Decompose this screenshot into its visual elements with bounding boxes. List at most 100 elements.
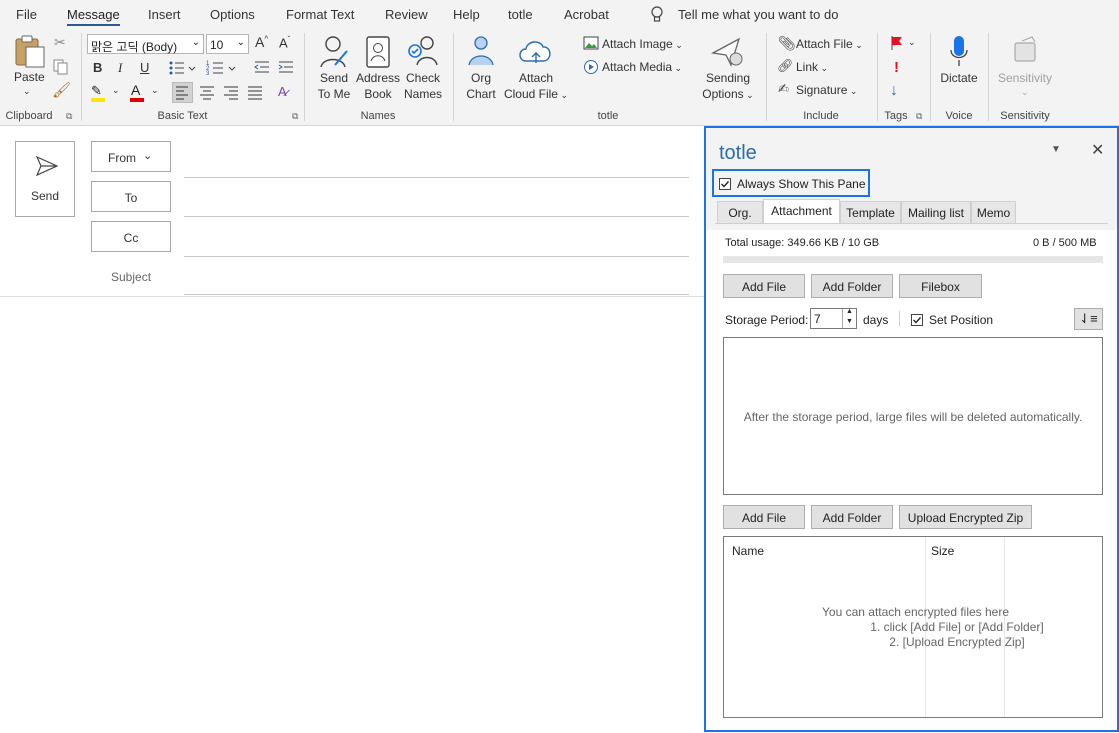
flag-icon[interactable]	[889, 35, 905, 51]
filebox-button[interactable]: Filebox	[899, 274, 982, 298]
add-file-button[interactable]: Add File	[723, 274, 805, 298]
sensitivity-button[interactable]: Sensitivity	[994, 70, 1056, 86]
bold-button[interactable]: B	[93, 60, 102, 75]
org-chart-button[interactable]: Org Chart	[459, 70, 503, 102]
to-field[interactable]	[184, 216, 689, 217]
font-color-button[interactable]: A	[128, 82, 148, 104]
low-importance-icon[interactable]: ↓	[890, 82, 898, 100]
chevron-down-icon[interactable]: ⌄	[112, 85, 120, 96]
send-to-me-button[interactable]: Send To Me	[313, 70, 355, 102]
shrink-font-icon[interactable]: Aˇ	[279, 35, 290, 50]
add-folder-button[interactable]: Add Folder	[811, 274, 893, 298]
grow-font-icon[interactable]: A^	[255, 34, 268, 50]
menu-help[interactable]: Help	[453, 7, 480, 22]
address-book-icon	[366, 36, 390, 68]
menu-message[interactable]: Message	[67, 7, 120, 26]
menu-totle[interactable]: totle	[508, 7, 533, 22]
link-button[interactable]: Link ⌄	[796, 60, 828, 74]
sending-options-button[interactable]: Sending Options ⌄	[699, 70, 757, 103]
font-size-value: 10	[210, 38, 224, 52]
menu-format-text[interactable]: Format Text	[286, 7, 354, 22]
menu-options[interactable]: Options	[210, 7, 255, 22]
address-book-button[interactable]: Address Book	[355, 70, 401, 102]
paste-icon[interactable]	[14, 35, 46, 69]
column-header-size[interactable]: Size	[931, 544, 954, 558]
spin-down-icon[interactable]: ▼	[846, 318, 853, 325]
cc-field[interactable]	[184, 256, 689, 257]
dictate-button[interactable]: Dictate	[936, 70, 982, 86]
from-field[interactable]	[184, 177, 689, 178]
align-left-button[interactable]	[172, 82, 193, 103]
to-button[interactable]: To	[91, 181, 171, 212]
tab-divider	[715, 223, 1108, 224]
attach-image-button[interactable]: Attach Image ⌄	[602, 37, 683, 51]
increase-indent-icon[interactable]	[277, 60, 295, 76]
sort-button[interactable]: ⇃≡	[1074, 308, 1103, 330]
chevron-down-icon[interactable]: ⌄	[908, 37, 916, 48]
clipboard-launcher-icon[interactable]: ⧉	[66, 111, 72, 122]
tab-mailing-list[interactable]: Mailing list	[901, 201, 971, 224]
decrease-indent-icon[interactable]	[253, 60, 271, 76]
spinner-buttons[interactable]: ▲ ▼	[842, 308, 856, 328]
bullets-icon[interactable]	[168, 59, 198, 77]
from-button[interactable]: From ⌄	[91, 141, 171, 172]
format-painter-icon[interactable]: 🖌	[52, 81, 71, 99]
italic-button[interactable]: I	[118, 60, 122, 76]
underline-button[interactable]: U	[140, 60, 149, 75]
org-chart-icon	[468, 36, 494, 66]
spin-up-icon[interactable]: ▲	[846, 308, 853, 315]
highlight-button[interactable]: ✎	[88, 83, 110, 103]
separator	[453, 33, 454, 121]
send-button[interactable]: Send	[15, 141, 75, 217]
high-importance-icon[interactable]: !	[894, 59, 899, 76]
menu-file[interactable]: File	[16, 7, 37, 22]
paste-button[interactable]: Paste	[14, 70, 45, 84]
message-body[interactable]	[0, 298, 704, 733]
group-basic-text: Basic Text	[157, 110, 208, 122]
tab-template[interactable]: Template	[840, 201, 901, 224]
always-show-highlight[interactable]: Always Show This Pane	[712, 169, 870, 197]
attach-file-button[interactable]: Attach File ⌄	[796, 37, 863, 51]
tab-org[interactable]: Org.	[717, 201, 763, 224]
tell-me-search[interactable]: Tell me what you want to do	[678, 7, 838, 22]
column-header-name[interactable]: Name	[732, 544, 764, 558]
signature-button[interactable]: Signature ⌄	[796, 83, 857, 97]
set-position-checkbox[interactable]	[911, 314, 923, 326]
font-size-box[interactable]: 10 ⌄	[206, 34, 249, 54]
close-icon[interactable]: ✕	[1091, 140, 1104, 160]
menu-acrobat[interactable]: Acrobat	[564, 7, 609, 22]
upload-encrypted-zip-button[interactable]: Upload Encrypted Zip	[899, 505, 1032, 529]
chevron-down-icon[interactable]: ⌄	[151, 85, 159, 96]
justify-icon[interactable]	[246, 84, 264, 102]
cc-button[interactable]: Cc	[91, 221, 171, 252]
add-folder-encrypted-button[interactable]: Add Folder	[811, 505, 893, 529]
always-show-checkbox[interactable]	[719, 178, 731, 190]
storage-period-stepper[interactable]: 7 ▲ ▼	[810, 308, 857, 329]
menu-review[interactable]: Review	[385, 7, 428, 22]
attach-cloud-file-button[interactable]: Attach Cloud File ⌄	[502, 70, 570, 103]
tags-launcher-icon[interactable]: ⧉	[916, 111, 922, 122]
pane-menu-caret-icon[interactable]: ▼	[1051, 144, 1061, 155]
menu-insert[interactable]: Insert	[148, 7, 181, 22]
basic-text-launcher-icon[interactable]: ⧉	[292, 111, 298, 122]
encrypted-file-table[interactable]: Name Size You can attach encrypted files…	[723, 536, 1103, 718]
font-name-box[interactable]: 맑은 고딕 (Body) ⌄	[87, 34, 204, 54]
align-right-icon[interactable]	[222, 84, 240, 102]
clear-formatting-icon[interactable]: A̷	[278, 84, 287, 99]
image-icon	[583, 36, 599, 50]
large-file-list[interactable]: After the storage period, large files wi…	[723, 337, 1103, 495]
tab-memo[interactable]: Memo	[971, 201, 1016, 224]
add-file-encrypted-button[interactable]: Add File	[723, 505, 805, 529]
ribbon: Paste ⌄ ✂ 🖌 Clipboard ⧉ 맑은 고딕 (Body) ⌄ 1…	[0, 29, 1119, 126]
attach-media-button[interactable]: Attach Media ⌄	[602, 60, 682, 74]
subject-field[interactable]	[184, 294, 689, 295]
cut-icon[interactable]: ✂	[54, 34, 66, 51]
chevron-down-icon: ⌄	[143, 150, 153, 162]
align-center-icon[interactable]	[198, 84, 216, 102]
check-names-button[interactable]: Check Names	[401, 70, 445, 102]
tab-attachment[interactable]: Attachment	[763, 199, 840, 224]
numbering-icon[interactable]: 123	[206, 59, 238, 77]
copy-icon[interactable]	[53, 59, 69, 75]
paste-dropdown-icon[interactable]: ⌄	[23, 86, 31, 97]
font-color-icon: A	[131, 82, 141, 98]
